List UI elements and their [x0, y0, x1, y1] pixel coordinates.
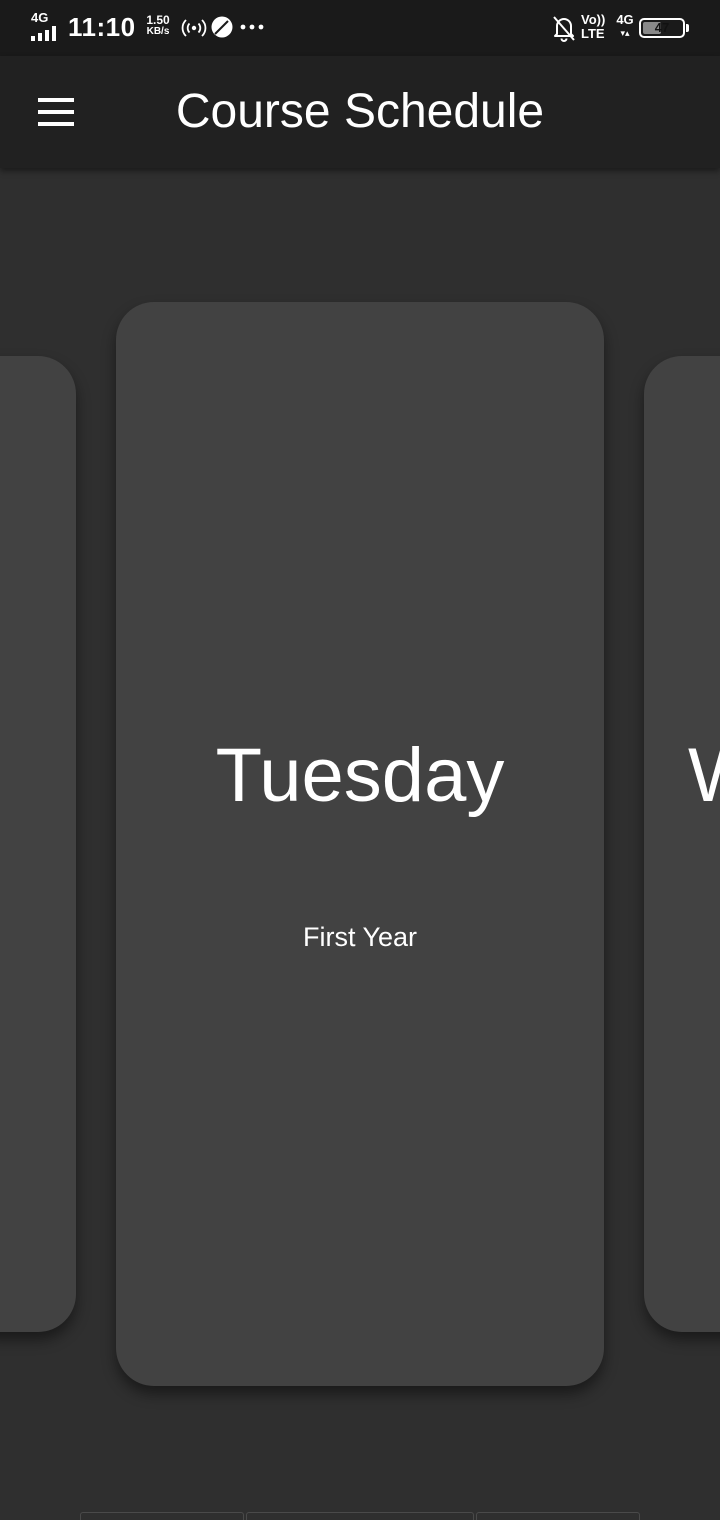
network-speed-unit: KB/s: [146, 26, 170, 37]
network-type-label: 4G: [31, 10, 49, 25]
battery-percentage: 47: [654, 20, 670, 35]
more-notifications-icon: [240, 24, 264, 30]
year-label: First Year: [302, 922, 418, 952]
signal-strength-indicator: 4G: [31, 11, 63, 41]
bottom-tab-bar: [0, 1512, 720, 1520]
battery-tip: [686, 24, 689, 32]
status-bar: 4G 11:10 1.50 KB/s Vo)) LTE 4G ▾▴ 47: [0, 0, 720, 56]
current-day-card[interactable]: Tuesday First Year: [116, 302, 604, 1386]
mobile-data-label: 4G: [616, 12, 634, 27]
bell-muted-icon: [553, 16, 575, 42]
network-speed: 1.50 KB/s: [143, 14, 173, 38]
app-bar: Course Schedule: [0, 56, 720, 168]
mobile-data-indicator: 4G ▾▴: [613, 13, 637, 39]
bottom-tab[interactable]: [476, 1512, 640, 1520]
volte-top-label: Vo)): [581, 12, 606, 27]
next-day-name: W: [688, 732, 720, 820]
data-activity-icon: ▾▴: [620, 28, 630, 38]
next-day-card[interactable]: W: [644, 356, 720, 1332]
bottom-tab[interactable]: [80, 1512, 244, 1520]
signal-bars-icon: [31, 25, 61, 41]
network-speed-value: 1.50: [146, 13, 170, 27]
hotspot-icon: [181, 19, 207, 37]
page-title: Course Schedule: [175, 85, 545, 138]
volte-indicator: Vo)) LTE: [581, 13, 611, 41]
bottom-tab[interactable]: [246, 1512, 474, 1520]
volte-bottom-label: LTE: [581, 26, 605, 41]
day-name: Tuesday: [215, 733, 505, 818]
battery-icon: 47: [639, 18, 685, 38]
previous-day-card[interactable]: [0, 356, 76, 1332]
status-time: 11:10: [68, 12, 136, 42]
day-carousel[interactable]: Tuesday First Year W: [0, 168, 720, 1520]
leaf-app-icon: [211, 16, 233, 38]
